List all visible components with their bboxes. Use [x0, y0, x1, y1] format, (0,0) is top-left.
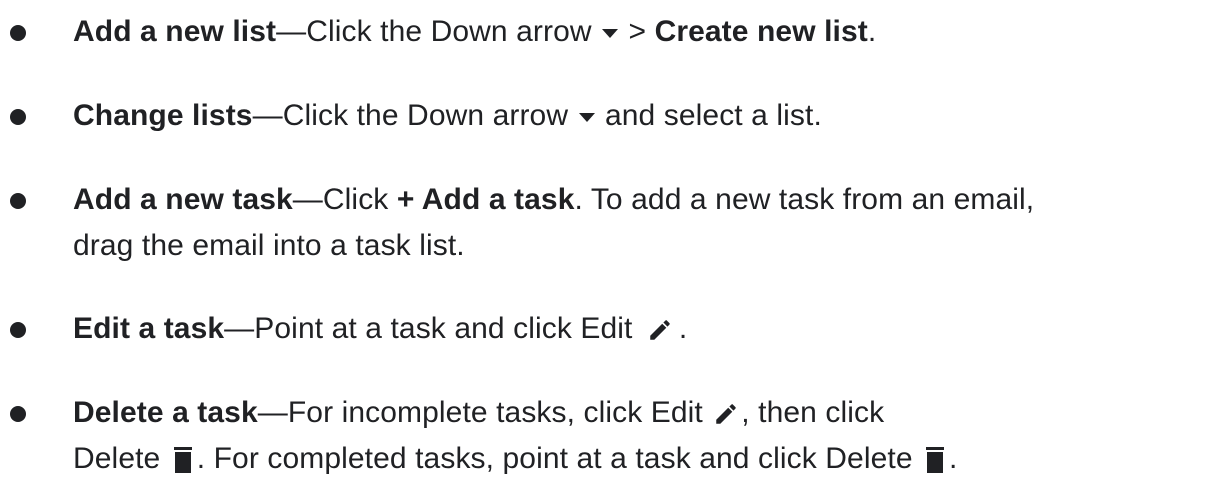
list-item-text: Delete a task—For incomplete tasks, clic… [73, 396, 958, 475]
create-new-list-label: Create new list [654, 15, 868, 48]
bullet [10, 109, 26, 125]
add-a-task-label: + Add a task [396, 183, 575, 216]
item-title: Add a new task [73, 183, 293, 216]
down-arrow-icon [600, 26, 620, 40]
bullet [10, 322, 26, 338]
pencil-icon [713, 401, 739, 427]
list-item-text: Add a new task—Click + Add a task. To ad… [73, 183, 1035, 262]
item-title: Add a new list [73, 15, 277, 48]
item-title: Edit a task [73, 312, 225, 345]
list-item-text: Change lists—Click the Down arrow and se… [73, 99, 822, 132]
bullet [10, 193, 26, 209]
trash-icon [923, 445, 947, 475]
bullet [10, 25, 26, 41]
list-item-text: Add a new list—Click the Down arrow > Cr… [73, 15, 877, 48]
instruction-list: Add a new list—Click the Down arrow > Cr… [0, 0, 1226, 475]
pencil-icon [647, 317, 673, 343]
list-item-text: Edit a task—Point at a task and click Ed… [73, 312, 688, 345]
bullet [10, 406, 26, 422]
down-arrow-icon [577, 110, 597, 124]
item-title: Change lists [73, 99, 253, 132]
trash-icon [171, 445, 195, 475]
item-title: Delete a task [73, 396, 258, 429]
